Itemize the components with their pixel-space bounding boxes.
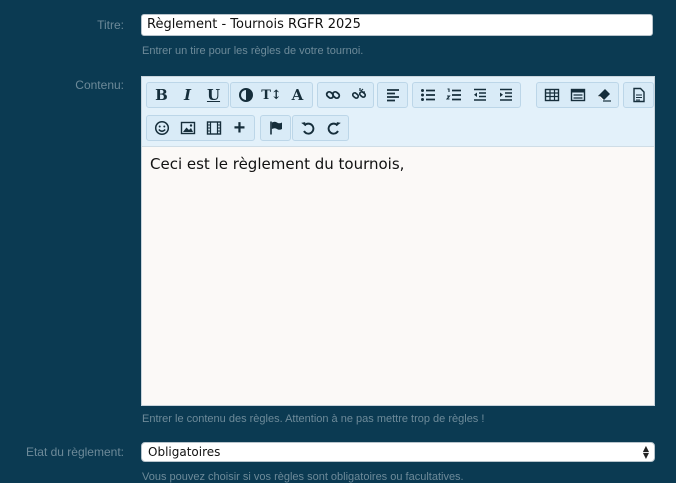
bold-button[interactable]: B [149, 83, 174, 107]
status-hint: Vous pouvez choisir si vos règles sont o… [142, 471, 464, 483]
outdent-icon[interactable] [467, 83, 492, 107]
form-icon[interactable] [565, 83, 590, 107]
add-button[interactable]: + [227, 116, 252, 140]
history-group [292, 115, 349, 141]
flag-group [260, 115, 291, 141]
unlink-icon[interactable] [346, 83, 371, 107]
bullet-list-icon[interactable] [415, 83, 440, 107]
underline-button[interactable]: U [201, 83, 226, 107]
italic-button[interactable]: I [175, 83, 200, 107]
status-label: Etat du règlement: [25, 445, 124, 459]
title-hint: Entrer un tire pour les règles de votre … [142, 45, 364, 57]
media-group: + [146, 115, 255, 141]
redo-icon[interactable] [321, 116, 346, 140]
video-icon[interactable] [201, 116, 226, 140]
select-arrows-icon: ▲ ▼ [642, 444, 649, 460]
format-group: B I U [146, 82, 229, 108]
title-input[interactable]: Règlement - Tournois RGFR 2025 [141, 14, 653, 36]
contrast-icon[interactable] [233, 83, 258, 107]
font-button[interactable]: A [285, 83, 310, 107]
content-hint: Entrer le contenu des règles. Attention … [142, 413, 485, 425]
image-icon[interactable] [175, 116, 200, 140]
link-icon[interactable] [320, 83, 345, 107]
undo-icon[interactable] [295, 116, 320, 140]
insert-group [536, 82, 619, 108]
content-label: Contenu: [75, 78, 124, 92]
status-select[interactable]: Obligatoires ▲ ▼ [141, 442, 655, 462]
title-label: Titre: [97, 18, 124, 32]
rich-text-editor: B I U T↕ A + Ceci est le règlement du to… [141, 76, 655, 406]
flag-icon[interactable] [263, 116, 288, 140]
editor-content[interactable]: Ceci est le règlement du tournois, [150, 155, 646, 173]
list-group [412, 82, 521, 108]
eraser-icon[interactable] [591, 83, 616, 107]
document-icon[interactable] [626, 83, 651, 107]
table-icon[interactable] [539, 83, 564, 107]
align-left-icon[interactable] [380, 83, 405, 107]
editor-toolbar: B I U T↕ A + [142, 77, 654, 147]
indent-icon[interactable] [493, 83, 518, 107]
smiley-icon[interactable] [149, 116, 174, 140]
status-select-value: Obligatoires [148, 445, 221, 459]
source-group [623, 82, 654, 108]
text-size-button[interactable]: T↕ [259, 83, 284, 107]
numbered-list-icon[interactable] [441, 83, 466, 107]
style-group: T↕ A [230, 82, 313, 108]
align-group [377, 82, 408, 108]
link-group [317, 82, 374, 108]
